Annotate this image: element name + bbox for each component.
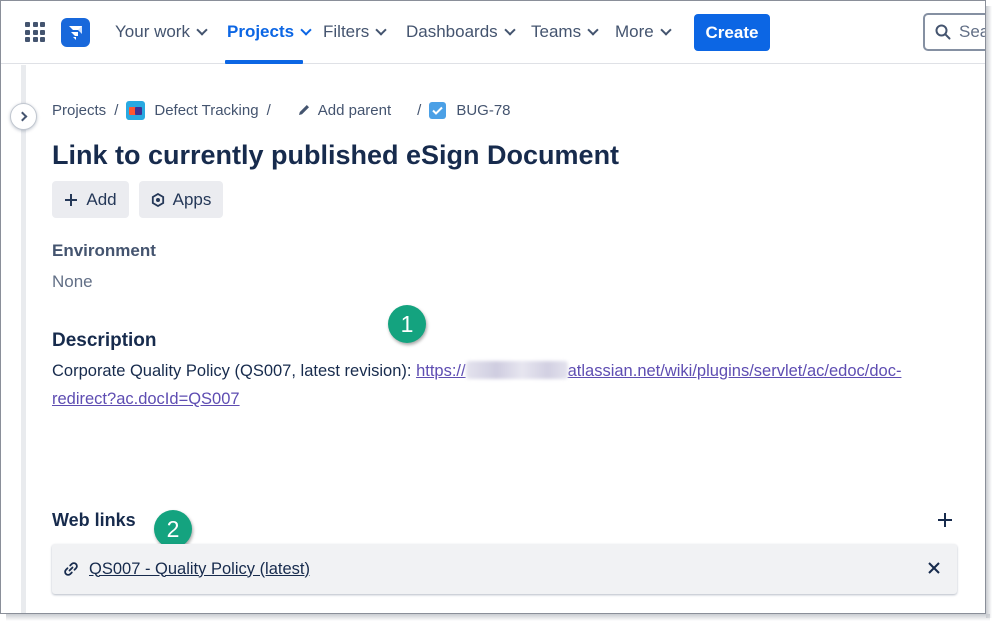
search-icon (935, 24, 951, 40)
apps-button[interactable]: Apps (139, 181, 223, 218)
add-button-label: Add (86, 189, 117, 209)
callout-badge-1: 1 (388, 305, 426, 343)
nav-teams[interactable]: Teams (531, 22, 599, 42)
nav-more[interactable]: More (615, 22, 672, 42)
task-type-icon (429, 101, 447, 119)
pencil-icon (297, 103, 311, 117)
top-navigation: Your work Projects Filters Dashboards Te… (1, 1, 985, 64)
jira-logo-icon[interactable] (61, 18, 90, 47)
apps-button-label: Apps (172, 189, 212, 209)
add-button[interactable]: Add (52, 181, 129, 218)
description-label: Description (52, 330, 157, 351)
breadcrumb-project[interactable]: Defect Tracking (154, 102, 258, 119)
plus-icon (938, 513, 952, 527)
breadcrumb-separator: / (114, 101, 119, 119)
active-tab-indicator (225, 60, 303, 64)
add-web-link-button[interactable] (935, 510, 955, 530)
chevron-down-icon (504, 24, 516, 36)
nav-your-work-label: Your work (115, 22, 190, 41)
web-link-item[interactable]: QS007 - Quality Policy (latest) (52, 544, 957, 594)
app-switcher-icon[interactable] (25, 22, 45, 42)
nav-teams-label: Teams (531, 22, 582, 41)
nav-projects[interactable]: Projects (227, 22, 312, 42)
chevron-down-icon (300, 24, 312, 36)
search-placeholder: Search (959, 22, 985, 41)
breadcrumb-separator: / (417, 101, 422, 119)
environment-value[interactable]: None (52, 272, 93, 292)
link-icon (63, 561, 79, 577)
app-window: Your work Projects Filters Dashboards Te… (0, 0, 986, 614)
nav-dashboards-label: Dashboards (406, 22, 498, 41)
chevron-right-icon (17, 111, 27, 122)
project-avatar-icon (126, 100, 146, 120)
expand-sidebar-button[interactable] (10, 103, 37, 130)
description-field[interactable]: Corporate Quality Policy (QS007, latest … (52, 357, 932, 413)
description-link-prefix: https:// (416, 362, 466, 380)
chevron-down-icon (375, 24, 387, 36)
create-button[interactable]: Create (694, 14, 770, 51)
add-parent-button[interactable]: Add parent (318, 102, 391, 119)
breadcrumb: Projects / Defect Tracking / Add parent … (52, 100, 511, 120)
breadcrumb-separator: / (266, 101, 271, 119)
redacted-domain (465, 361, 568, 379)
description-text: Corporate Quality Policy (QS007, latest … (52, 362, 417, 380)
apps-icon (151, 192, 164, 207)
breadcrumb-projects[interactable]: Projects (52, 102, 106, 119)
chevron-down-icon (587, 24, 599, 36)
breadcrumb-issue-key[interactable]: BUG-78 (456, 102, 510, 119)
web-links-label: Web links (52, 510, 136, 530)
close-icon[interactable] (927, 561, 941, 575)
callout-badge-2: 2 (154, 510, 192, 548)
nav-more-label: More (615, 22, 654, 41)
sidebar-rail (21, 65, 26, 613)
nav-filters-label: Filters (323, 22, 370, 41)
nav-dashboards[interactable]: Dashboards (406, 22, 516, 42)
chevron-down-icon (660, 24, 672, 36)
chevron-down-icon (196, 24, 208, 36)
nav-filters[interactable]: Filters (323, 22, 387, 42)
search-input[interactable]: Search (923, 13, 985, 51)
plus-icon (65, 193, 78, 206)
nav-projects-label: Projects (227, 22, 295, 41)
issue-title[interactable]: Link to currently published eSign Docume… (52, 140, 619, 171)
environment-label: Environment (52, 241, 156, 260)
window-shadow (6, 614, 990, 621)
window-shadow (986, 6, 992, 618)
web-link-anchor[interactable]: QS007 - Quality Policy (latest) (89, 560, 310, 579)
nav-your-work[interactable]: Your work (115, 22, 208, 42)
